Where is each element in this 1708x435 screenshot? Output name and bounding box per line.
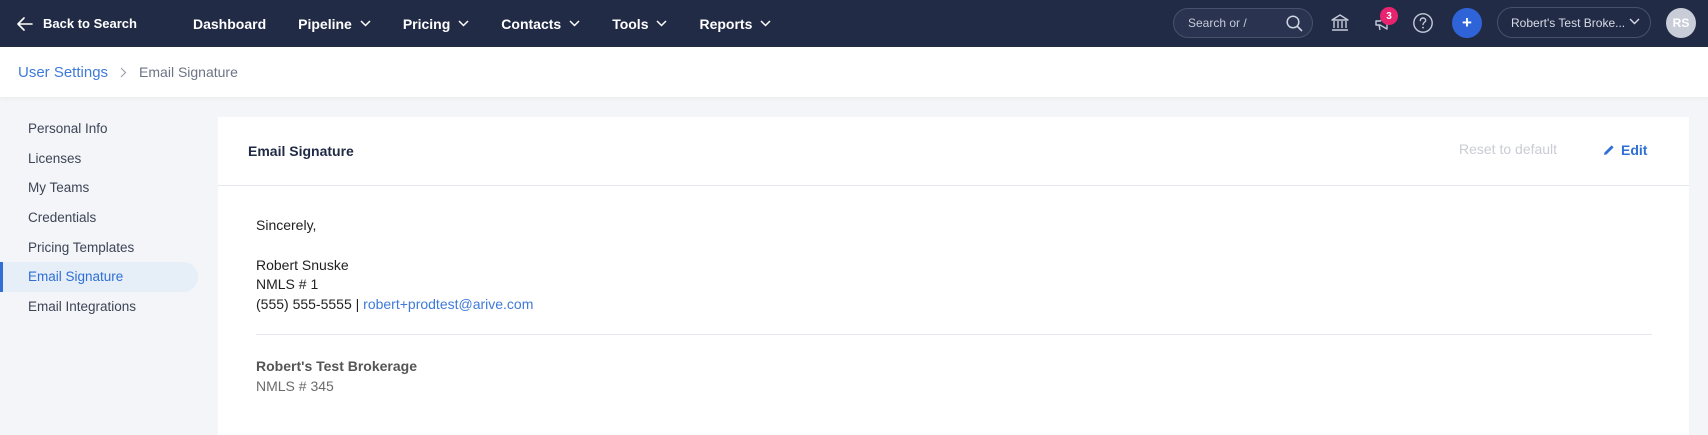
brokerage-name: Robert's Test Brokerage — [256, 358, 418, 374]
search-icon[interactable] — [1286, 15, 1303, 32]
nav-contacts-label: Contacts — [501, 15, 562, 32]
nav-tools-label: Tools — [612, 15, 649, 32]
breadcrumb-user-settings[interactable]: User Settings — [18, 64, 108, 81]
sidebar-item-licenses[interactable]: Licenses — [0, 144, 200, 174]
help-icon[interactable] — [1411, 11, 1435, 35]
breadcrumb: User Settings Email Signature — [0, 47, 1708, 97]
chevron-right-icon — [120, 67, 127, 77]
signature-email-link[interactable]: robert+prodtest@arive.com — [363, 296, 533, 312]
notification-badge: 3 — [1380, 7, 1398, 25]
nav-dashboard[interactable]: Dashboard — [193, 16, 266, 32]
brokerage-nmls: NMLS # 345 — [256, 378, 334, 394]
nav-pricing[interactable]: Pricing — [403, 16, 469, 32]
sidebar-item-email-integrations[interactable]: Email Integrations — [0, 292, 200, 322]
search-input[interactable] — [1188, 16, 1284, 30]
breadcrumb-current: Email Signature — [139, 64, 238, 80]
nav-pricing-label: Pricing — [402, 15, 451, 32]
pencil-icon — [1604, 145, 1614, 155]
nav-reports-label: Reports — [699, 15, 753, 32]
sidebar-item-email-signature[interactable]: Email Signature — [0, 261, 198, 292]
brokerage-selector-label: Robert's Test Broke... — [1511, 15, 1626, 30]
email-signature-card: Email Signature Reset to default Edit Si… — [218, 117, 1689, 435]
arrow-left-icon — [17, 16, 33, 31]
nav-reports[interactable]: Reports — [699, 16, 771, 32]
signature-spacer — [256, 236, 533, 256]
main-nav: Dashboard Pipeline Pricing Contacts Tool… — [193, 0, 803, 47]
search-box[interactable] — [1173, 8, 1313, 38]
nav-pipeline[interactable]: Pipeline — [298, 16, 371, 32]
bank-icon[interactable] — [1328, 11, 1352, 35]
chevron-down-icon — [1629, 18, 1640, 25]
signature-divider — [256, 334, 1652, 335]
sidebar-item-pricing-templates[interactable]: Pricing Templates — [0, 232, 200, 262]
signature-contact-line: (555) 555-5555 | robert+prodtest@arive.c… — [256, 295, 533, 315]
signature-closing: Sincerely, — [256, 217, 317, 233]
sidebar-item-credentials[interactable]: Credentials — [0, 203, 200, 233]
edit-label: Edit — [1621, 142, 1648, 158]
brokerage-selector[interactable]: Robert's Test Broke... — [1497, 7, 1651, 38]
sidebar-item-my-teams[interactable]: My Teams — [0, 173, 200, 203]
reset-to-default-button[interactable]: Reset to default — [1459, 141, 1557, 157]
chevron-down-icon — [360, 20, 371, 27]
chevron-down-icon — [458, 20, 469, 27]
card-title: Email Signature — [248, 143, 354, 159]
signature-name: Robert Snuske — [256, 256, 349, 273]
add-button[interactable]: + — [1452, 8, 1482, 38]
top-navigation-bar: Back to Search Dashboard Pipeline Pricin… — [0, 0, 1708, 47]
signature-nmls: NMLS # 1 — [256, 276, 319, 293]
nav-dashboard-label: Dashboard — [193, 15, 267, 32]
avatar[interactable]: RS — [1666, 8, 1696, 38]
signature-preview: Sincerely, Robert Snuske NMLS # 1 (555) … — [256, 216, 533, 315]
chevron-down-icon — [760, 20, 771, 27]
signature-phone: (555) 555-5555 | — [256, 296, 360, 313]
card-header: Email Signature Reset to default Edit — [218, 117, 1689, 186]
back-to-search-label: Back to Search — [43, 16, 137, 31]
chevron-down-icon — [656, 20, 668, 27]
edit-button[interactable]: Edit — [1603, 142, 1647, 158]
nav-contacts[interactable]: Contacts — [501, 16, 580, 32]
settings-sidebar: Personal Info Licenses My Teams Credenti… — [0, 114, 200, 321]
sidebar-item-personal-info[interactable]: Personal Info — [0, 114, 200, 144]
chevron-down-icon — [569, 20, 580, 27]
brokerage-info: Robert's Test Brokerage NMLS # 345 — [256, 356, 417, 396]
nav-tools[interactable]: Tools — [612, 15, 668, 32]
nav-pipeline-label: Pipeline — [298, 15, 352, 32]
back-to-search-link[interactable]: Back to Search — [17, 0, 137, 47]
